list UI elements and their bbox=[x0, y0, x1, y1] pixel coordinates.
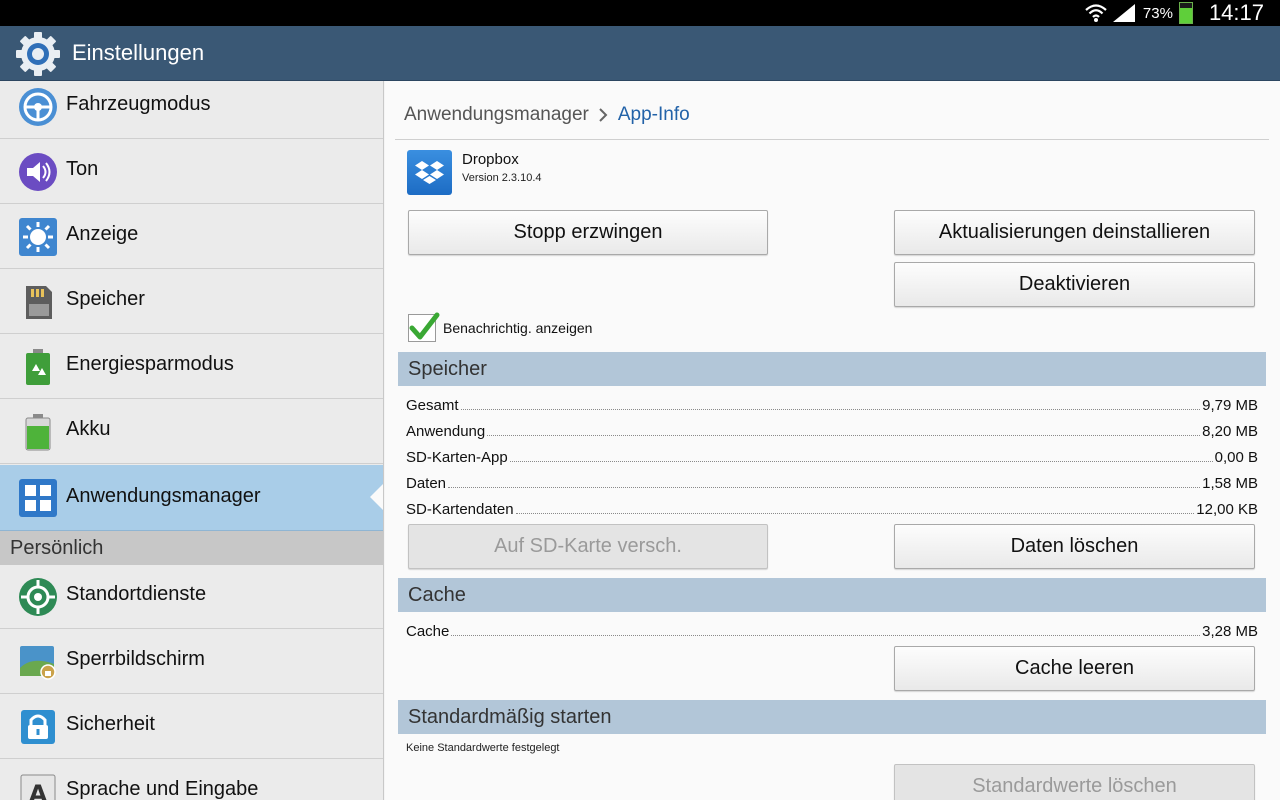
sidebar-item-label: Fahrzeugmodus bbox=[66, 93, 211, 115]
sidebar-item-energiesparmodus[interactable]: Energiesparmodus bbox=[0, 335, 383, 399]
storage-row-data: Daten 1,58 MB bbox=[406, 472, 1258, 492]
cache-row: Cache 3,28 MB bbox=[406, 620, 1258, 640]
sidebar-item-speicher[interactable]: Speicher bbox=[0, 270, 383, 334]
sidebar-item-sicherheit[interactable]: Sicherheit bbox=[0, 695, 383, 759]
sidebar-item-label: Sprache und Eingabe bbox=[66, 778, 259, 800]
sidebar-item-label: Anzeige bbox=[66, 223, 139, 245]
show-notifications-checkbox[interactable] bbox=[408, 312, 440, 342]
breadcrumb-parent[interactable]: Anwendungsmanager bbox=[404, 104, 589, 126]
breadcrumb-current: App-Info bbox=[617, 104, 690, 125]
status-bar: 73% 14:17 bbox=[0, 0, 1280, 26]
sidebar-section-header: Persönlich bbox=[0, 531, 383, 565]
sidebar-item-ton[interactable]: Ton bbox=[0, 140, 383, 204]
lock-screen-icon bbox=[20, 646, 56, 680]
storage-row-app: Anwendung 8,20 MB bbox=[406, 420, 1258, 440]
battery-percent: 73% bbox=[1142, 4, 1173, 22]
sd-card-icon bbox=[26, 286, 52, 319]
sidebar-item-akku[interactable]: Akku bbox=[0, 400, 383, 464]
app-info-panel: Anwendungsmanager App-Info Dropbox Versi… bbox=[385, 81, 1280, 800]
row-key: SD-Karten-App bbox=[406, 449, 508, 466]
speaker-icon bbox=[19, 153, 57, 191]
action-bar: Einstellungen bbox=[0, 26, 1280, 81]
language-icon: A bbox=[20, 774, 56, 800]
battery-icon bbox=[1178, 2, 1193, 24]
sidebar-item-label: Speicher bbox=[66, 288, 145, 310]
brightness-icon bbox=[19, 218, 57, 256]
battery-icon bbox=[25, 414, 51, 451]
defaults-note: Keine Standardwerte festgelegt bbox=[406, 742, 560, 754]
force-stop-button[interactable]: Stopp erzwingen bbox=[408, 210, 768, 255]
selection-arrow bbox=[370, 483, 383, 511]
page-title: Einstellungen bbox=[72, 40, 205, 65]
clear-defaults-button[interactable]: Standardwerte löschen bbox=[894, 764, 1255, 800]
sidebar-item-standortdienste[interactable]: Standortdienste bbox=[0, 565, 383, 629]
app-name: Dropbox bbox=[462, 151, 519, 168]
row-key: Daten bbox=[406, 475, 447, 492]
checkmark-icon bbox=[409, 312, 440, 340]
storage-row-total: Gesamt 9,79 MB bbox=[406, 394, 1258, 414]
apps-grid-icon bbox=[19, 479, 57, 517]
clear-cache-button[interactable]: Cache leeren bbox=[894, 646, 1255, 691]
sidebar-item-sprache-und-eingabe[interactable]: A Sprache und Eingabe bbox=[0, 760, 383, 800]
row-key: Gesamt bbox=[406, 397, 459, 414]
clock: 14:17 bbox=[1208, 0, 1264, 25]
steering-wheel-icon bbox=[19, 88, 57, 126]
row-key: Anwendung bbox=[406, 423, 486, 440]
show-notifications-label: Benachrichtig. anzeigen bbox=[443, 320, 593, 336]
sidebar-item-label: Ton bbox=[66, 158, 99, 180]
sidebar-item-label: Sperrbildschirm bbox=[66, 648, 205, 670]
sidebar-item-label: Anwendungsmanager bbox=[66, 485, 261, 507]
gear-icon[interactable] bbox=[14, 30, 62, 78]
row-key: Cache bbox=[406, 623, 450, 640]
cache-section-header: Cache bbox=[398, 578, 1266, 612]
sidebar-item-fahrzeugmodus[interactable]: Fahrzeugmodus bbox=[0, 81, 383, 139]
row-value: 3,28 MB bbox=[1202, 623, 1258, 640]
breadcrumb: Anwendungsmanager App-Info bbox=[404, 104, 690, 126]
storage-row-sd-app: SD-Karten-App 0,00 B bbox=[406, 446, 1258, 466]
sidebar-item-anzeige[interactable]: Anzeige bbox=[0, 205, 383, 269]
dropbox-app-icon bbox=[407, 150, 452, 195]
row-value: 0,00 B bbox=[1214, 449, 1258, 466]
row-value: 8,20 MB bbox=[1202, 423, 1258, 440]
section-label: Standardmäßig starten bbox=[408, 706, 612, 728]
row-key: SD-Kartendaten bbox=[406, 501, 514, 518]
sidebar-item-anwendungsmanager[interactable]: Anwendungsmanager bbox=[0, 465, 383, 531]
defaults-section-header: Standardmäßig starten bbox=[398, 700, 1266, 734]
section-label: Cache bbox=[408, 584, 466, 606]
chevron-right-icon bbox=[599, 108, 608, 122]
row-value: 12,00 KB bbox=[1196, 501, 1258, 518]
section-label: Speicher bbox=[408, 358, 487, 380]
clear-data-button[interactable]: Daten löschen bbox=[894, 524, 1255, 569]
row-value: 9,79 MB bbox=[1202, 397, 1258, 414]
sidebar-item-sperrbildschirm[interactable]: Sperrbildschirm bbox=[0, 630, 383, 694]
sidebar-item-label: Standortdienste bbox=[66, 583, 207, 605]
storage-row-sd-data: SD-Kartendaten 12,00 KB bbox=[406, 498, 1258, 518]
signal-icon bbox=[1112, 4, 1135, 22]
uninstall-updates-button[interactable]: Aktualisierungen deinstallieren bbox=[894, 210, 1255, 255]
svg-text:A: A bbox=[29, 780, 48, 800]
deactivate-button[interactable]: Deaktivieren bbox=[894, 262, 1255, 307]
divider bbox=[395, 139, 1269, 140]
row-value: 1,58 MB bbox=[1202, 475, 1258, 492]
wifi-icon bbox=[1085, 4, 1107, 22]
sidebar-item-label: Sicherheit bbox=[66, 713, 155, 735]
section-label: Persönlich bbox=[10, 537, 104, 559]
settings-sidebar: Fahrzeugmodus Ton Anzeige Speicher Energ… bbox=[0, 81, 384, 800]
recycle-battery-icon bbox=[26, 349, 50, 385]
move-to-sd-button[interactable]: Auf SD-Karte versch. bbox=[408, 524, 768, 569]
storage-section-header: Speicher bbox=[398, 352, 1266, 386]
sidebar-item-label: Energiesparmodus bbox=[66, 353, 234, 375]
dropbox-icon bbox=[415, 161, 444, 184]
sidebar-item-label: Akku bbox=[66, 418, 111, 440]
location-icon bbox=[19, 578, 57, 616]
padlock-icon bbox=[21, 710, 55, 744]
app-version: Version 2.3.10.4 bbox=[462, 172, 542, 184]
